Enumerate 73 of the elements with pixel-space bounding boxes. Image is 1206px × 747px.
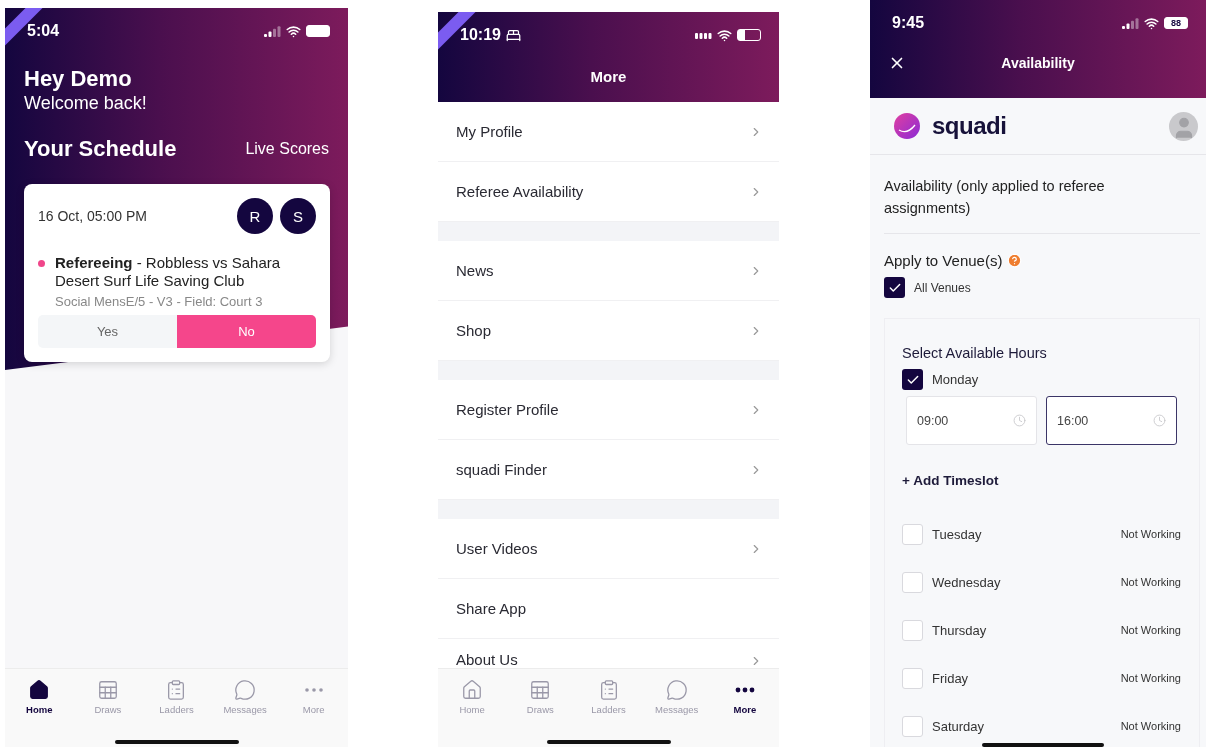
add-timeslot-link[interactable]: + Add Timeslot xyxy=(902,473,1181,488)
status-text: Not Working xyxy=(1120,624,1181,636)
more-icon xyxy=(303,687,324,693)
status-time: 5:04 xyxy=(27,22,60,40)
event-title: Refereeing - Robbless vs Sahara Desert Surf Life Saving Club xyxy=(55,254,282,290)
clock-icon xyxy=(1153,414,1166,427)
home-icon xyxy=(28,679,51,701)
checkbox[interactable] xyxy=(902,715,923,737)
answer-button[interactable]: Yes xyxy=(38,315,177,348)
screen-title: Availability xyxy=(1000,55,1076,71)
home-icon xyxy=(461,679,484,701)
logo-text: squadi xyxy=(932,112,1007,140)
more-icon xyxy=(734,687,755,693)
section-title: Select Available Hours xyxy=(902,345,1048,361)
user-avatar-icon[interactable] xyxy=(1169,111,1198,141)
checkbox[interactable] xyxy=(902,619,923,641)
signal-icon xyxy=(1122,17,1139,29)
status-time: 9:45 xyxy=(892,14,925,32)
day-label: Monday xyxy=(932,372,980,387)
checkbox[interactable] xyxy=(884,277,905,298)
battery-icon xyxy=(737,29,761,41)
initial-avatar: R xyxy=(237,198,273,234)
logo-icon xyxy=(894,113,920,139)
help-icon[interactable] xyxy=(1007,253,1023,268)
menu-item[interactable]: Referee Availability xyxy=(438,162,779,222)
availability-heading: Availability (only applied to referee assignments) xyxy=(884,155,1200,234)
match-date: 16 Oct, 05:00 PM xyxy=(38,208,147,224)
checkbox[interactable] xyxy=(902,523,923,545)
grid-icon xyxy=(96,679,119,701)
day-label: Wednesday xyxy=(932,574,1002,590)
time-field[interactable]: 09:00 xyxy=(906,396,1037,445)
clock-icon xyxy=(1013,414,1026,427)
checkbox[interactable] xyxy=(902,571,923,593)
checkbox[interactable] xyxy=(902,369,923,390)
menu-item[interactable]: User Videos xyxy=(438,519,779,579)
status-text: Not Working xyxy=(1120,672,1181,684)
section-title: Your Schedule xyxy=(24,136,177,162)
time-field[interactable]: 16:00 xyxy=(1046,396,1177,445)
initial-avatar: S xyxy=(280,198,316,234)
menu-item[interactable]: Register Profile xyxy=(438,380,779,440)
battery-level: 88 xyxy=(1164,17,1188,29)
bed-icon xyxy=(505,27,521,43)
wifi-icon xyxy=(1144,15,1159,31)
day-label: Saturday xyxy=(932,718,986,734)
day-label: Friday xyxy=(932,670,970,686)
day-label: Tuesday xyxy=(932,526,983,542)
venue-label: Apply to Venue(s) xyxy=(884,252,1003,269)
status-text: Not Working xyxy=(1120,720,1181,732)
menu-item[interactable]: Shop xyxy=(438,301,779,361)
menu-item[interactable]: News xyxy=(438,241,779,301)
status-time: 10:19 xyxy=(460,26,501,44)
tab[interactable]: More xyxy=(710,679,779,715)
grid-icon xyxy=(529,679,552,701)
checkbox-label: All Venues xyxy=(914,280,971,295)
menu-item[interactable]: Share App xyxy=(438,579,779,639)
battery-icon xyxy=(306,25,330,37)
wifi-icon xyxy=(286,23,301,39)
wifi-icon xyxy=(717,27,732,43)
speech-bubble-icon xyxy=(665,679,688,701)
menu-item[interactable]: squadi Finder xyxy=(438,440,779,500)
speech-bubble-icon xyxy=(234,679,257,701)
menu-item[interactable]: My Profile xyxy=(438,102,779,162)
event-detail: Social MensE/5 - V3 - Field: Court 3 xyxy=(55,294,264,309)
greeting: Hey Demo xyxy=(24,66,133,92)
checkbox[interactable] xyxy=(902,667,923,689)
day-label: Thursday xyxy=(932,622,988,638)
signal-icon xyxy=(264,25,281,37)
status-text: Not Working xyxy=(1120,528,1181,540)
live-scores-link[interactable]: Live Scores xyxy=(245,140,329,158)
screen-title: More xyxy=(589,68,628,85)
welcome-text: Welcome back! xyxy=(24,93,148,114)
status-text: Not Working xyxy=(1120,576,1181,588)
tab[interactable]: Home xyxy=(5,679,74,715)
